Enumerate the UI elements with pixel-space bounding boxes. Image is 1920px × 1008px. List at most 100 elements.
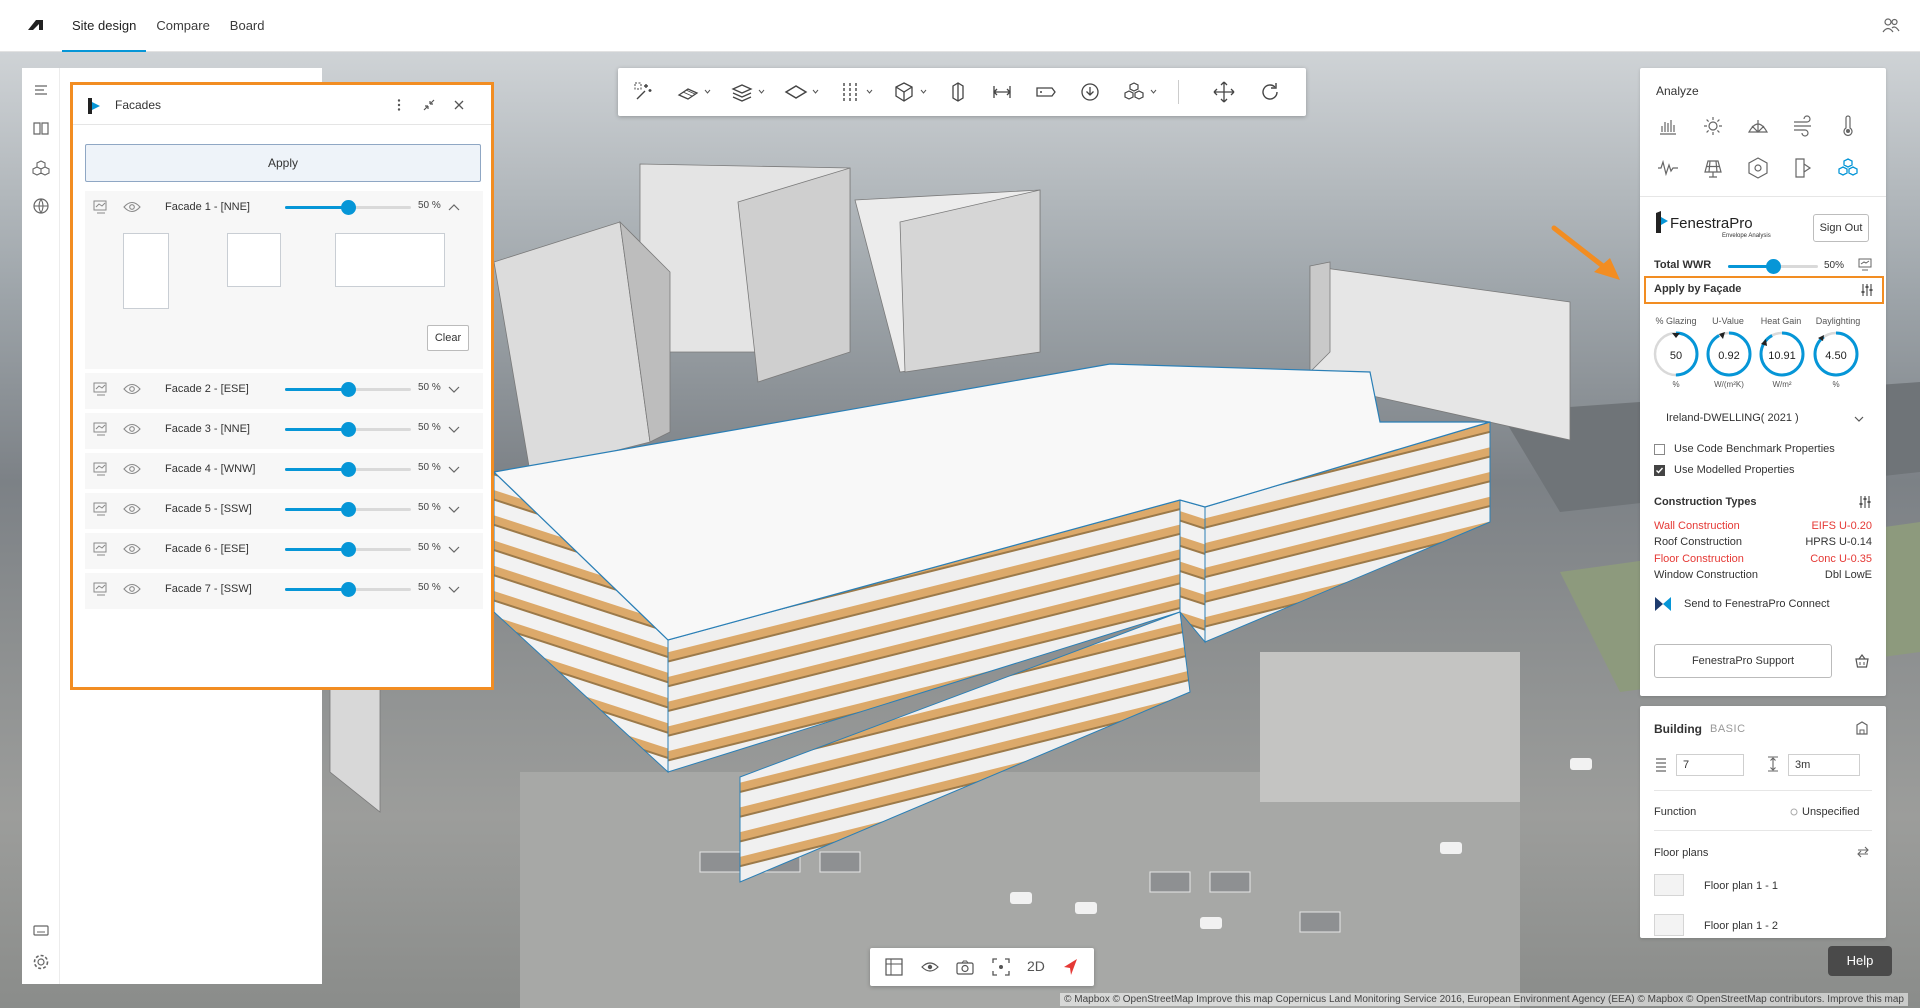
floor-plan-item[interactable]: Floor plan 1 - 1 — [1704, 880, 1778, 892]
facade-slider[interactable] — [285, 382, 411, 397]
settings-gear-icon[interactable] — [31, 952, 51, 972]
collapse-icon[interactable] — [421, 97, 437, 113]
download-icon[interactable] — [1078, 80, 1102, 104]
move-icon[interactable] — [1212, 80, 1236, 104]
map-attribution[interactable]: © Mapbox © OpenStreetMap Improve this ma… — [1060, 993, 1908, 1006]
building-options-icon[interactable] — [1854, 720, 1870, 736]
wwr-analysis-icon[interactable] — [1858, 258, 1872, 272]
window-shape-square[interactable] — [227, 233, 281, 287]
chevron-down-icon[interactable] — [812, 89, 819, 95]
chevron-down-icon[interactable] — [447, 583, 461, 595]
chevron-down-icon[interactable] — [447, 543, 461, 555]
apply-button[interactable]: Apply — [85, 144, 481, 182]
facade-slider[interactable] — [285, 542, 411, 557]
chevron-down-icon[interactable] — [447, 383, 461, 395]
floor-height-input[interactable] — [1788, 754, 1860, 776]
more-options-icon[interactable] — [391, 97, 407, 113]
function-value[interactable]: Unspecified — [1802, 806, 1859, 818]
book-icon[interactable] — [31, 118, 51, 138]
components-icon[interactable] — [1122, 80, 1146, 104]
facade-slider[interactable] — [285, 200, 411, 215]
wall-construction-label[interactable]: Wall Construction — [1654, 520, 1740, 532]
extrude-icon[interactable] — [946, 80, 970, 104]
floors-input[interactable] — [1676, 754, 1744, 776]
floor-plan-item[interactable]: Floor plan 1 - 2 — [1704, 920, 1778, 932]
tab-board[interactable]: Board — [220, 0, 275, 52]
roof-construction-value[interactable]: HPRS U-0.14 — [1805, 536, 1872, 548]
rotate-icon[interactable] — [1258, 80, 1282, 104]
fenestra-cubes-icon[interactable] — [1836, 156, 1860, 180]
floor-plan-thumbnail[interactable] — [1654, 914, 1684, 936]
chevron-down-icon[interactable] — [447, 423, 461, 435]
slider-knob[interactable] — [341, 200, 356, 215]
camera-icon[interactable] — [955, 957, 975, 977]
slider-knob[interactable] — [341, 462, 356, 477]
use-modelled-label[interactable]: Use Modelled Properties — [1674, 464, 1794, 476]
basket-icon[interactable] — [1854, 653, 1870, 669]
tab-compare[interactable]: Compare — [146, 0, 219, 52]
building-stack-icon[interactable] — [730, 80, 754, 104]
use-modelled-checkbox[interactable] — [1654, 465, 1665, 476]
apply-by-facade-row[interactable]: Apply by Façade — [1644, 276, 1884, 304]
visibility-eye-icon[interactable] — [123, 200, 141, 214]
visibility-eye-icon[interactable] — [123, 542, 141, 556]
facade-analysis-icon[interactable] — [93, 462, 109, 476]
chevron-up-icon[interactable] — [447, 201, 461, 213]
visibility-eye-icon[interactable] — [123, 462, 141, 476]
facade-analysis-icon[interactable] — [93, 422, 109, 436]
orbit-view-icon[interactable] — [920, 957, 940, 977]
chevron-down-icon[interactable] — [866, 89, 873, 95]
facade-analysis-icon[interactable] — [93, 382, 109, 396]
help-button[interactable]: Help — [1828, 946, 1892, 976]
hexagon-icon[interactable] — [1746, 156, 1770, 180]
cubes-icon[interactable] — [31, 158, 51, 178]
facade-analysis-icon[interactable] — [93, 200, 109, 214]
sliders-icon[interactable] — [1858, 495, 1872, 509]
thermometer-icon[interactable] — [1836, 114, 1860, 138]
sky-dome-icon[interactable] — [1746, 114, 1770, 138]
use-code-benchmark-label[interactable]: Use Code Benchmark Properties — [1674, 443, 1835, 455]
tab-site-design[interactable]: Site design — [62, 0, 147, 52]
chevron-down-icon[interactable] — [920, 89, 927, 95]
visibility-eye-icon[interactable] — [123, 582, 141, 596]
chevron-down-icon[interactable] — [704, 89, 711, 95]
facade-slider[interactable] — [285, 502, 411, 517]
facade-analysis-icon[interactable] — [93, 582, 109, 596]
noise-wave-icon[interactable] — [1656, 156, 1680, 180]
window-construction-value[interactable]: Dbl LowE — [1825, 569, 1872, 581]
swap-icon[interactable] — [1856, 846, 1870, 858]
clear-button[interactable]: Clear — [427, 325, 469, 351]
autodesk-logo-icon[interactable] — [26, 17, 44, 31]
box-icon[interactable] — [892, 80, 916, 104]
facade-slider[interactable] — [285, 582, 411, 597]
floor-plan-thumbnail[interactable] — [1654, 874, 1684, 896]
ai-generate-icon[interactable] — [632, 80, 656, 104]
label-tag-icon[interactable] — [1034, 80, 1058, 104]
slider-knob[interactable] — [341, 542, 356, 557]
visibility-eye-icon[interactable] — [123, 422, 141, 436]
benchmark-select[interactable]: Ireland-DWELLING( 2021 ) — [1654, 408, 1870, 430]
solar-panel-icon[interactable] — [1701, 156, 1725, 180]
draw-area-icon[interactable] — [676, 80, 700, 104]
total-wwr-slider[interactable] — [1728, 259, 1818, 274]
collaborators-icon[interactable] — [1882, 17, 1900, 33]
window-shape-tall[interactable] — [123, 233, 169, 309]
visibility-eye-icon[interactable] — [123, 382, 141, 396]
slider-knob[interactable] — [341, 382, 356, 397]
daylight-icon[interactable] — [1791, 156, 1815, 180]
facade-slider[interactable] — [285, 462, 411, 477]
wind-icon[interactable] — [1791, 114, 1815, 138]
2d-toggle[interactable]: 2D — [1027, 958, 1045, 974]
fenestrapro-support-button[interactable]: FenestraPro Support — [1654, 644, 1832, 678]
measure-icon[interactable] — [990, 80, 1014, 104]
facade-slider[interactable] — [285, 422, 411, 437]
wall-construction-value[interactable]: EIFS U-0.20 — [1811, 520, 1872, 532]
globe-icon[interactable] — [31, 196, 51, 216]
slider-knob[interactable] — [1766, 259, 1781, 274]
floor-construction-value[interactable]: Conc U-0.35 — [1810, 553, 1872, 565]
keyboard-icon[interactable] — [31, 920, 51, 940]
chevron-down-icon[interactable] — [447, 463, 461, 475]
chevron-down-icon[interactable] — [447, 503, 461, 515]
chevron-down-icon[interactable] — [1150, 89, 1157, 95]
grid-frame-icon[interactable] — [884, 957, 904, 977]
